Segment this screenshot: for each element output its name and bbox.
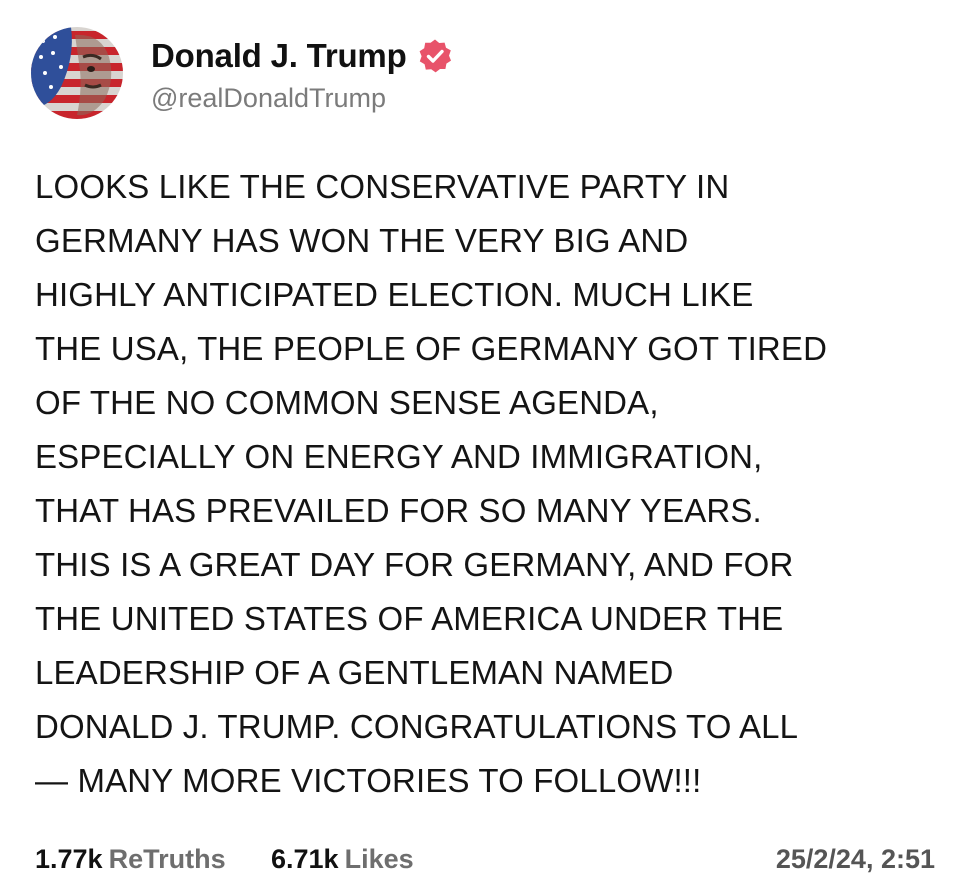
post-footer: 1.77k ReTruths 6.71k Likes 25/2/24, 2:51 [35,844,935,884]
author-display-name[interactable]: Donald J. Trump [151,37,407,75]
author-name-row: Donald J. Trump [151,34,453,78]
retruths-count: 1.77k [35,844,103,874]
post-text-line: ESPECIALLY ON ENERGY AND IMMIGRATION, [35,438,763,475]
post-text-line: HIGHLY ANTICIPATED ELECTION. MUCH LIKE [35,276,754,313]
avatar-flag-portrait-image [31,27,123,119]
post-text-line: THAT HAS PREVAILED FOR SO MANY YEARS. [35,492,762,529]
post-text-line: LEADERSHIP OF A GENTLEMAN NAMED [35,654,674,691]
likes-label: Likes [344,844,414,874]
post-text-line: DONALD J. TRUMP. CONGRATULATIONS TO ALL [35,708,799,745]
likes-count: 6.71k [271,844,339,874]
post-body: LOOKS LIKE THE CONSERVATIVE PARTY IN GER… [35,160,940,808]
post-text-line: THIS IS A GREAT DAY FOR GERMANY, AND FOR [35,546,794,583]
likes-stat[interactable]: 6.71k Likes [271,844,414,875]
verified-badge-icon [419,39,451,73]
post-timestamp[interactable]: 25/2/24, 2:51 [776,844,935,875]
author-handle[interactable]: @realDonaldTrump [151,83,386,114]
author-avatar[interactable] [31,27,123,119]
truth-post: Donald J. Trump @realDonaldTrump LOOKS L… [0,0,960,894]
post-text-line: — MANY MORE VICTORIES TO FOLLOW!!! [35,762,702,799]
post-text-line: OF THE NO COMMON SENSE AGENDA, [35,384,659,421]
post-text-line: THE UNITED STATES OF AMERICA UNDER THE [35,600,784,637]
retruths-stat[interactable]: 1.77k ReTruths [35,844,226,875]
post-text-line: LOOKS LIKE THE CONSERVATIVE PARTY IN [35,168,730,205]
retruths-label: ReTruths [108,844,226,874]
post-text-line: THE USA, THE PEOPLE OF GERMANY GOT TIRED [35,330,828,367]
post-text-line: GERMANY HAS WON THE VERY BIG AND [35,222,689,259]
